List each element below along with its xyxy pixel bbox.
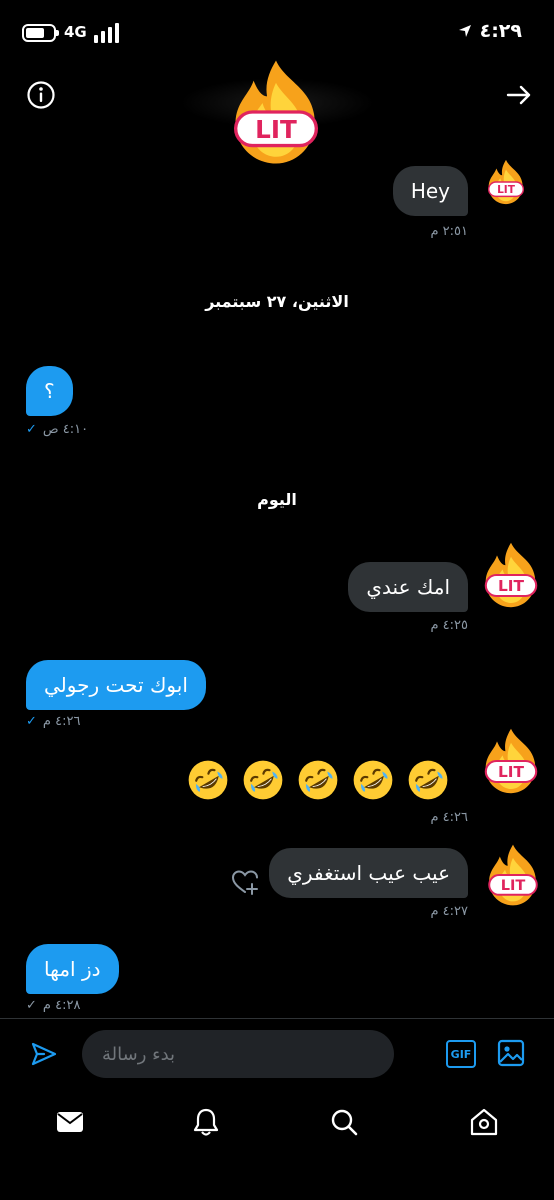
arrow-right-icon[interactable] bbox=[504, 80, 534, 110]
status-time-group: ٤:٢٩ bbox=[458, 20, 522, 42]
message-bubble[interactable]: ؟ bbox=[26, 366, 73, 416]
rofl-emoji-icon bbox=[296, 758, 340, 802]
sender-avatar[interactable] bbox=[480, 842, 546, 908]
home-icon[interactable] bbox=[468, 1106, 500, 1138]
conversation-avatar[interactable] bbox=[220, 56, 332, 168]
status-bar: 4G ٤:٢٩ bbox=[0, 0, 554, 60]
message-bubble[interactable]: Hey bbox=[392, 166, 468, 216]
message-input-placeholder: بدء رسالة bbox=[102, 1043, 176, 1065]
message-bubble[interactable]: دز امها bbox=[26, 944, 119, 994]
message-meta: ✓ ٤:٢٨ م bbox=[26, 998, 80, 1013]
message-bubble[interactable]: عيب عيب استغفري bbox=[269, 848, 468, 898]
location-arrow-icon bbox=[458, 25, 471, 37]
message-meta: ✓ ٤:٢٦ م bbox=[26, 714, 80, 729]
emoji-message[interactable] bbox=[186, 758, 450, 802]
rofl-emoji-icon bbox=[186, 758, 230, 802]
signal-icon bbox=[94, 23, 122, 43]
message-timestamp: ٢:٥١ م bbox=[430, 224, 468, 239]
send-icon[interactable] bbox=[30, 1040, 58, 1068]
message-timestamp: ٤:٢٦ م bbox=[430, 810, 468, 825]
image-icon[interactable] bbox=[496, 1038, 526, 1068]
rofl-emoji-icon bbox=[351, 758, 395, 802]
sender-avatar[interactable] bbox=[482, 158, 530, 206]
bell-icon[interactable] bbox=[190, 1106, 222, 1138]
message-timestamp: ٤:٢٧ م bbox=[430, 904, 468, 919]
rofl-emoji-icon bbox=[241, 758, 285, 802]
sent-check-icon: ✓ bbox=[26, 998, 37, 1013]
heart-plus-icon[interactable] bbox=[230, 868, 260, 896]
network-label: 4G bbox=[64, 23, 87, 41]
message-timestamp: ٤:٢٥ م bbox=[430, 618, 468, 633]
message-meta: ✓ ٤:١٠ ص bbox=[26, 422, 88, 437]
message-timestamp: ٤:١٠ ص bbox=[42, 422, 89, 437]
mail-icon[interactable] bbox=[54, 1106, 86, 1138]
message-timestamp: ٤:٢٦ م bbox=[42, 714, 81, 729]
status-time: ٤:٢٩ bbox=[479, 20, 522, 42]
gif-button[interactable]: GIF bbox=[446, 1040, 476, 1068]
sent-check-icon: ✓ bbox=[26, 714, 37, 729]
message-bubble[interactable]: ابوك تحت رجولي bbox=[26, 660, 206, 710]
search-icon[interactable] bbox=[328, 1106, 360, 1138]
message-timestamp: ٤:٢٨ م bbox=[42, 998, 81, 1013]
message-bubble[interactable]: امك عندي bbox=[348, 562, 468, 612]
sent-check-icon: ✓ bbox=[26, 422, 37, 437]
sender-avatar[interactable] bbox=[476, 726, 546, 796]
battery-icon bbox=[22, 24, 59, 42]
message-input[interactable]: بدء رسالة bbox=[82, 1030, 394, 1078]
date-separator: الاثنين، ٢٧ سبتمبر bbox=[205, 292, 349, 311]
date-separator: اليوم bbox=[257, 490, 297, 509]
rofl-emoji-icon bbox=[406, 758, 450, 802]
sender-avatar[interactable] bbox=[476, 540, 546, 610]
composer-divider bbox=[0, 1018, 554, 1019]
info-icon[interactable] bbox=[26, 80, 56, 110]
